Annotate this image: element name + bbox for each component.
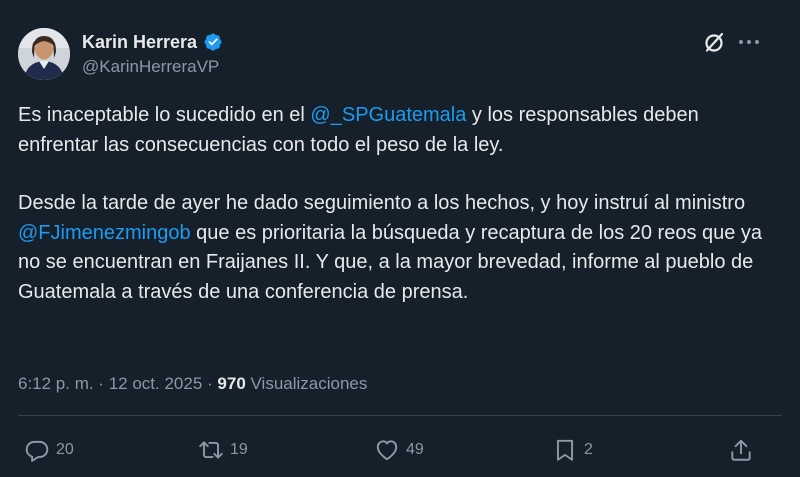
retweet-button[interactable]: 19	[198, 436, 248, 464]
heart-icon	[376, 440, 398, 461]
views-label: Visualizaciones	[245, 374, 368, 393]
retweet-count: 19	[230, 441, 248, 458]
more-options-icon[interactable]	[737, 31, 761, 53]
profile-photo-icon	[18, 28, 70, 80]
like-count: 49	[406, 441, 424, 458]
author-handle[interactable]: @KarinHerreraVP	[82, 57, 219, 77]
author-name-row: Karin Herrera	[82, 30, 223, 54]
share-icon	[731, 439, 751, 461]
retweet-icon	[199, 441, 223, 459]
bookmark-button[interactable]: 2	[552, 436, 593, 464]
tweet-paragraph-1: Es inaceptable lo sucedido en el @_SPGua…	[18, 101, 778, 160]
meta-separator: ·	[202, 374, 218, 393]
bookmark-count: 2	[584, 441, 593, 458]
meta-separator: ·	[93, 374, 109, 393]
tweet-paragraph-2: Desde la tarde de ayer he dado seguimien…	[18, 189, 778, 307]
tweet-text: Es inaceptable lo sucedido en el @_SPGua…	[18, 101, 778, 307]
tweet-date[interactable]: 12 oct. 2025	[109, 374, 203, 393]
mention-link[interactable]: @FJimenezmingob	[18, 222, 191, 244]
bookmark-icon	[556, 439, 574, 461]
divider	[18, 415, 782, 416]
views-count: 970	[217, 374, 246, 393]
author-display-name[interactable]: Karin Herrera	[82, 32, 197, 53]
mention-link[interactable]: @_SPGuatemala	[310, 104, 466, 126]
tweet-metadata: 6:12 p. m. · 12 oct. 2025 · 970 Visualiz…	[18, 374, 367, 394]
reply-count: 20	[56, 441, 74, 458]
grok-icon[interactable]	[702, 30, 726, 54]
tweet-text-segment: Desde la tarde de ayer he dado seguimien…	[18, 192, 746, 214]
reply-icon	[25, 440, 49, 462]
avatar[interactable]	[18, 28, 70, 80]
verified-badge-icon	[203, 32, 223, 52]
tweet-text-segment: Es inaceptable lo sucedido en el	[18, 104, 311, 126]
like-button[interactable]: 49	[374, 436, 424, 464]
tweet-time[interactable]: 6:12 p. m.	[18, 374, 94, 393]
share-button[interactable]	[728, 436, 754, 464]
tweet-card: Karin Herrera @KarinHerreraVP Es inacept…	[0, 0, 800, 477]
action-bar: 20 19 49 2	[18, 436, 782, 464]
reply-button[interactable]: 20	[24, 436, 74, 464]
